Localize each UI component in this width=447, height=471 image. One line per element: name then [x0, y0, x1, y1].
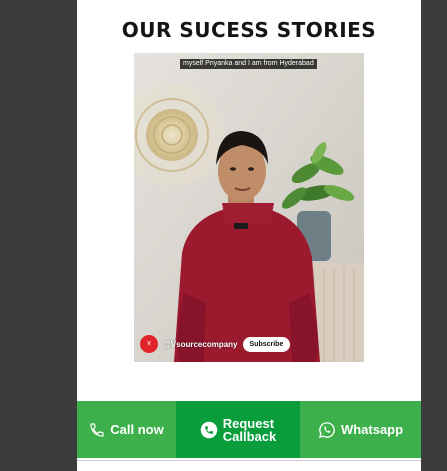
- section-title: OUR SUCESS STORIES: [121, 18, 377, 42]
- channel-bar: V @Vsourcecompany Subscribe: [140, 335, 291, 353]
- video-thumbnail: [134, 53, 364, 362]
- whatsapp-icon: [318, 421, 335, 438]
- divider-line: [77, 460, 421, 461]
- right-gutter: [421, 0, 447, 471]
- phone-icon: [90, 422, 104, 437]
- request-callback-label: Request Callback: [223, 417, 276, 443]
- whatsapp-label: Whatsapp: [340, 422, 404, 437]
- whatsapp-button[interactable]: Whatsapp: [300, 401, 421, 458]
- page-content: OUR SUCESS STORIES myself Priyanka and I…: [77, 0, 421, 471]
- channel-logo[interactable]: V: [140, 335, 158, 353]
- contact-action-bar: Call now Request Callback Whatsapp: [77, 401, 421, 458]
- phone-circle-icon: [200, 421, 217, 438]
- call-now-label: Call now: [110, 422, 164, 437]
- video-caption: myself Priyanka and I am from Hyderabad: [180, 59, 317, 69]
- subscribe-button[interactable]: Subscribe: [242, 336, 291, 352]
- channel-name[interactable]: @Vsourcecompany: [163, 340, 238, 349]
- request-callback-line2: Callback: [222, 428, 277, 444]
- request-callback-line1: Request: [222, 415, 275, 431]
- left-gutter: [0, 0, 77, 471]
- video-player[interactable]: myself Priyanka and I am from Hyderabad …: [134, 53, 364, 362]
- call-now-button[interactable]: Call now: [77, 401, 176, 458]
- request-callback-button[interactable]: Request Callback: [176, 401, 300, 458]
